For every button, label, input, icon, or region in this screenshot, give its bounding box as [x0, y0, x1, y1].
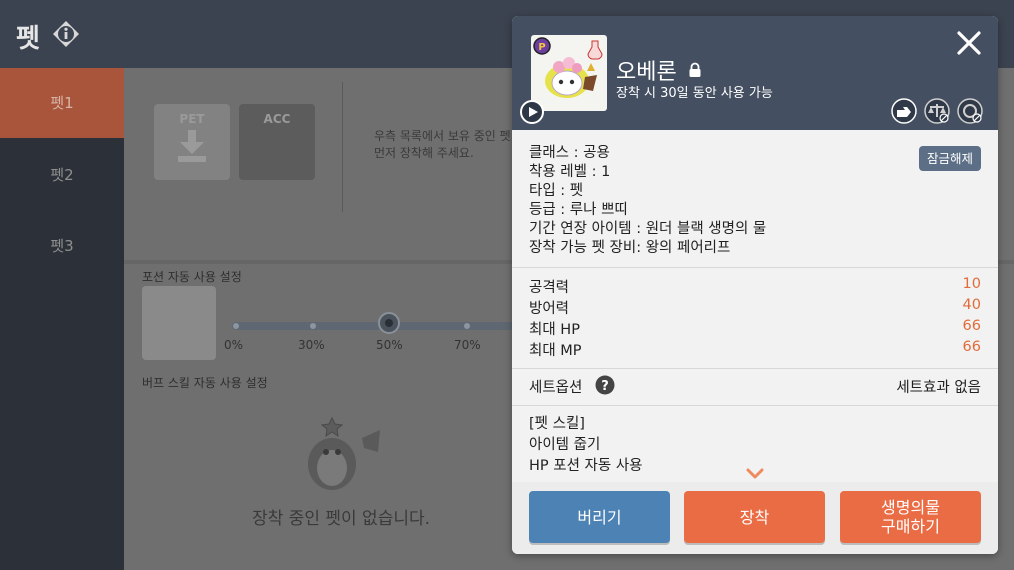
discard-button[interactable]: 버리기 — [529, 491, 670, 543]
modal-header: P 오베론 장착 시 30일 동안 사용 가능 — [512, 16, 998, 130]
prop-class: 클래스 : 공용 — [529, 145, 610, 161]
hint-line-1: 우측 목록에서 보유 중인 펫 — [374, 129, 511, 143]
equip-button[interactable]: 장착 — [684, 491, 825, 543]
close-icon[interactable] — [954, 28, 984, 58]
svg-text:?: ? — [601, 379, 609, 394]
pet-slot-label: PET — [179, 112, 205, 126]
slider-tick — [233, 323, 239, 329]
prop-grade: 등급 : 루나 쁘띠 — [529, 202, 628, 218]
slider-tick — [310, 323, 316, 329]
slider-label-50: 50% — [376, 338, 403, 352]
potion-slot[interactable] — [142, 286, 216, 360]
potion-slider-handle[interactable] — [378, 312, 400, 334]
sidebar-tab-pet3[interactable]: 펫3 — [0, 211, 124, 281]
slider-tick — [464, 323, 470, 329]
prop-level: 착용 레벨 : 1 — [529, 164, 611, 180]
stat-row-max-mp: 최대 MP 66 — [529, 339, 981, 360]
potion-settings-title: 포션 자동 사용 설정 — [142, 270, 242, 284]
skill-heading: [펫 스킬] — [529, 416, 585, 432]
stat-label: 최대 HP — [529, 322, 580, 338]
slider-label-70: 70% — [454, 338, 481, 352]
svg-text:P: P — [538, 42, 545, 53]
scale-icon — [924, 98, 950, 124]
divider — [512, 368, 998, 369]
stat-row-attack: 공격력 10 — [529, 276, 981, 297]
sidebar: 펫1 펫2 펫3 — [0, 68, 124, 570]
prop-extend-item: 기간 연장 아이템 : 원더 블랙 생명의 물 — [529, 221, 767, 237]
acc-slot[interactable]: ACC — [239, 104, 315, 180]
item-subtitle: 장착 시 30일 동안 사용 가능 — [616, 86, 773, 101]
skill-item: HP 포션 자동 사용 — [529, 458, 643, 474]
slider-label-30: 30% — [298, 338, 325, 352]
set-option-label: 세트옵션 — [529, 380, 583, 396]
set-option-value: 세트효과 없음 — [896, 380, 981, 396]
help-icon[interactable]: ? — [595, 375, 615, 395]
divider — [512, 267, 998, 268]
potion-slider-track[interactable] — [232, 322, 522, 330]
hint-line-2: 먼저 장착해 주세요. — [374, 146, 474, 160]
play-icon[interactable] — [520, 100, 544, 124]
slider-label-0: 0% — [224, 338, 244, 352]
unlock-button[interactable]: 잠금해제 — [919, 146, 981, 171]
penguin-placeholder-icon — [308, 416, 380, 490]
item-properties: 클래스 : 공용 착용 레벨 : 1 타입 : 펫 등급 : 루나 쁘띠 기간 … — [529, 144, 766, 258]
stat-value: 40 — [962, 297, 981, 313]
stat-row-max-hp: 최대 HP 66 — [529, 318, 981, 339]
trade-hand-icon — [891, 98, 917, 124]
stat-row-defense: 방어력 40 — [529, 297, 981, 318]
acc-slot-label: ACC — [263, 112, 291, 126]
storage-icon — [957, 98, 983, 124]
lock-icon — [689, 62, 701, 77]
sidebar-tab-pet1[interactable]: 펫1 — [0, 68, 124, 138]
empty-pet-message: 장착 중인 펫이 없습니다. — [252, 509, 431, 529]
download-icon — [178, 130, 206, 162]
stat-label: 방어력 — [529, 301, 570, 317]
item-detail-modal: P 오베론 장착 시 30일 동안 사용 가능 클래스: 공용 착용 레벨:… — [512, 16, 998, 554]
chevron-down-icon[interactable] — [746, 468, 764, 480]
divider — [512, 405, 998, 406]
info-icon[interactable] — [52, 20, 80, 48]
buff-settings-title: 버프 스킬 자동 사용 설정 — [142, 376, 268, 390]
skill-item: 아이템 줍기 — [529, 437, 601, 453]
divider — [342, 82, 343, 212]
sidebar-tab-pet2[interactable]: 펫2 — [0, 140, 124, 210]
stat-label: 최대 MP — [529, 343, 582, 359]
set-option-row: 세트옵션 ? 세트효과 없음 — [529, 375, 981, 397]
stat-value: 66 — [962, 339, 981, 355]
pet-skills: [펫 스킬] 아이템 줍기 HP 포션 자동 사용 — [529, 414, 643, 477]
stat-value: 10 — [962, 276, 981, 292]
prop-type: 타입 : 펫 — [529, 183, 584, 199]
equip-hint: 우측 목록에서 보유 중인 펫 먼저 장착해 주세요. — [374, 128, 511, 162]
buy-life-water-button[interactable]: 생명의물 구매하기 — [840, 491, 981, 543]
stat-label: 공격력 — [529, 280, 570, 296]
stat-value: 66 — [962, 318, 981, 334]
pet-slot[interactable]: PET — [154, 104, 230, 180]
page-title: 펫 — [16, 24, 40, 54]
prop-equip: 장착 가능 펫 장비: 왕의 페어리프 — [529, 240, 731, 256]
